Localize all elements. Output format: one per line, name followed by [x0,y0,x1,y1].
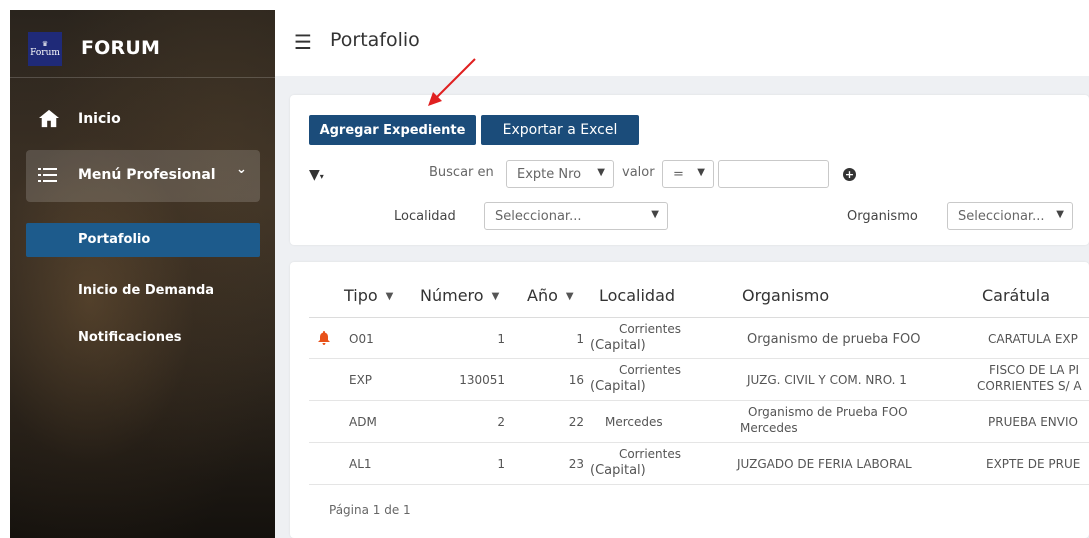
column-header-anio[interactable]: Año ▼ [527,286,574,305]
column-header-label: Tipo [344,286,378,305]
cell-localidad-line2: (Capital) [590,463,646,478]
column-header-localidad[interactable]: Localidad [599,286,675,305]
column-header-label: Carátula [982,286,1051,305]
sidebar-item-inicio-demanda[interactable]: Inicio de Demanda [26,274,260,308]
sidebar-subitem-label: Inicio de Demanda [78,283,215,298]
chevron-down-icon: ▼ [697,167,705,178]
cell-localidad-line1: Corrientes [618,322,681,336]
localidad-label: Localidad [394,209,456,224]
cell-numero: 1 [497,332,505,346]
table-row[interactable]: EXP 130051 16 Corrientes (Capital) JUZG.… [309,359,1089,401]
buscar-en-select[interactable]: Expte Nro ▼ [506,160,614,188]
sidebar-subitem-label: Notificaciones [78,330,182,345]
cell-caratula-line2: CORRIENTES S/ A [977,379,1082,393]
cell-tipo: O01 [349,332,374,346]
sidebar: ♛ Forum FORUM Inicio Menú Profesional ⌄ … [10,10,275,538]
cell-localidad-line1: Corrientes [618,363,681,377]
export-excel-button[interactable]: Exportar a Excel [481,115,639,145]
organismo-label: Organismo [847,209,918,224]
chevron-down-icon: ▼ [651,209,659,220]
column-header-tipo[interactable]: Tipo ▼ [344,286,393,305]
table-row[interactable]: ADM 2 22 Mercedes Organismo de Prueba FO… [309,401,1089,443]
sort-icon: ▼ [565,291,574,302]
add-filter-icon[interactable]: + [843,168,856,181]
column-header-numero[interactable]: Número ▼ [420,286,499,305]
filter-icon[interactable]: ▼▾ [309,167,324,183]
cell-localidad-line1: Corrientes [618,447,681,461]
brand: ♛ Forum FORUM [10,10,275,78]
portfolio-table-card: Tipo ▼ Número ▼ Año ▼ Localidad Organismo C… [290,262,1089,538]
cell-caratula: EXPTE DE PRUE [986,457,1081,471]
column-header-label: Localidad [599,286,676,305]
pagination-text: Página 1 de 1 [329,503,411,517]
bell-icon [318,331,330,345]
cell-organismo: Organismo de prueba FOO [747,332,921,347]
page-title: Portafolio [330,29,420,51]
localidad-value: Seleccionar... [495,209,582,224]
chevron-down-icon: ▼ [597,167,605,178]
table-row[interactable]: AL1 1 23 Corrientes (Capital) JUZGADO DE… [309,443,1089,485]
buscar-label: Buscar en [429,165,494,180]
cell-localidad-line2: (Capital) [590,338,646,353]
sidebar-item-menu-profesional[interactable]: Menú Profesional ⌄ [26,150,260,202]
sidebar-subitem-label: Portafolio [78,232,151,247]
column-header-label: Organismo [742,286,830,305]
cell-organismo-line1: Organismo de Prueba FOO [748,405,908,419]
filter-card: Agregar Expediente Exportar a Excel ▼▾ B… [290,95,1089,245]
cell-tipo: EXP [349,373,373,387]
valor-label: valor [622,165,655,180]
organismo-value: Seleccionar... [958,209,1045,224]
column-header-caratula[interactable]: Carátula [982,286,1050,305]
operator-select[interactable]: = ▼ [662,160,714,188]
operator-value: = [673,167,684,182]
crown-icon: ♛ [41,39,49,48]
cell-caratula-line1: FISCO DE LA PI [989,363,1080,377]
table-row[interactable]: O01 1 1 Corrientes (Capital) Organismo d… [309,318,1089,359]
sidebar-item-label: Inicio [78,111,121,127]
column-header-label: Número [420,286,484,305]
cell-localidad: Mercedes [605,415,663,429]
cell-organismo-line2: Mercedes [740,421,798,435]
cell-caratula: PRUEBA ENVIO [988,415,1078,429]
cell-tipo: ADM [349,415,377,429]
sidebar-item-portafolio[interactable]: Portafolio [26,223,260,257]
sidebar-item-label: Menú Profesional [78,167,216,183]
buscar-en-value: Expte Nro [517,167,582,182]
sidebar-item-inicio[interactable]: Inicio [10,102,275,142]
cell-anio: 1 [576,332,584,346]
logo-text: Forum [30,47,60,58]
cell-numero: 130051 [459,373,505,387]
sidebar-item-notificaciones[interactable]: Notificaciones [26,321,260,355]
home-icon [39,109,59,128]
cell-numero: 1 [497,457,505,471]
hamburger-menu-icon[interactable]: ☰ [294,30,312,54]
topbar: ☰ Portafolio [275,10,1089,76]
organismo-select[interactable]: Seleccionar... ▼ [947,202,1073,230]
sort-icon: ▼ [385,291,394,302]
column-header-organismo[interactable]: Organismo [742,286,829,305]
sort-icon: ▼ [491,291,500,302]
cell-tipo: AL1 [349,457,372,471]
cell-organismo: JUZGADO DE FERIA LABORAL [737,457,912,471]
cell-caratula: CARATULA EXP [988,332,1078,346]
chevron-down-icon: ▼ [1056,209,1064,220]
cell-anio: 23 [568,457,584,471]
forum-logo[interactable]: ♛ Forum [28,32,62,66]
list-icon [38,168,57,182]
cell-localidad-line2: (Capital) [590,379,646,394]
valor-input[interactable] [718,160,829,188]
chevron-down-icon: ⌄ [236,162,247,177]
add-expediente-button[interactable]: Agregar Expediente [309,115,476,145]
column-header-label: Año [527,286,558,305]
cell-anio: 22 [568,415,584,429]
brand-name: FORUM [81,37,161,59]
cell-numero: 2 [497,415,505,429]
cell-anio: 16 [568,373,584,387]
localidad-select[interactable]: Seleccionar... ▼ [484,202,668,230]
cell-organismo: JUZG. CIVIL Y COM. NRO. 1 [747,373,907,387]
